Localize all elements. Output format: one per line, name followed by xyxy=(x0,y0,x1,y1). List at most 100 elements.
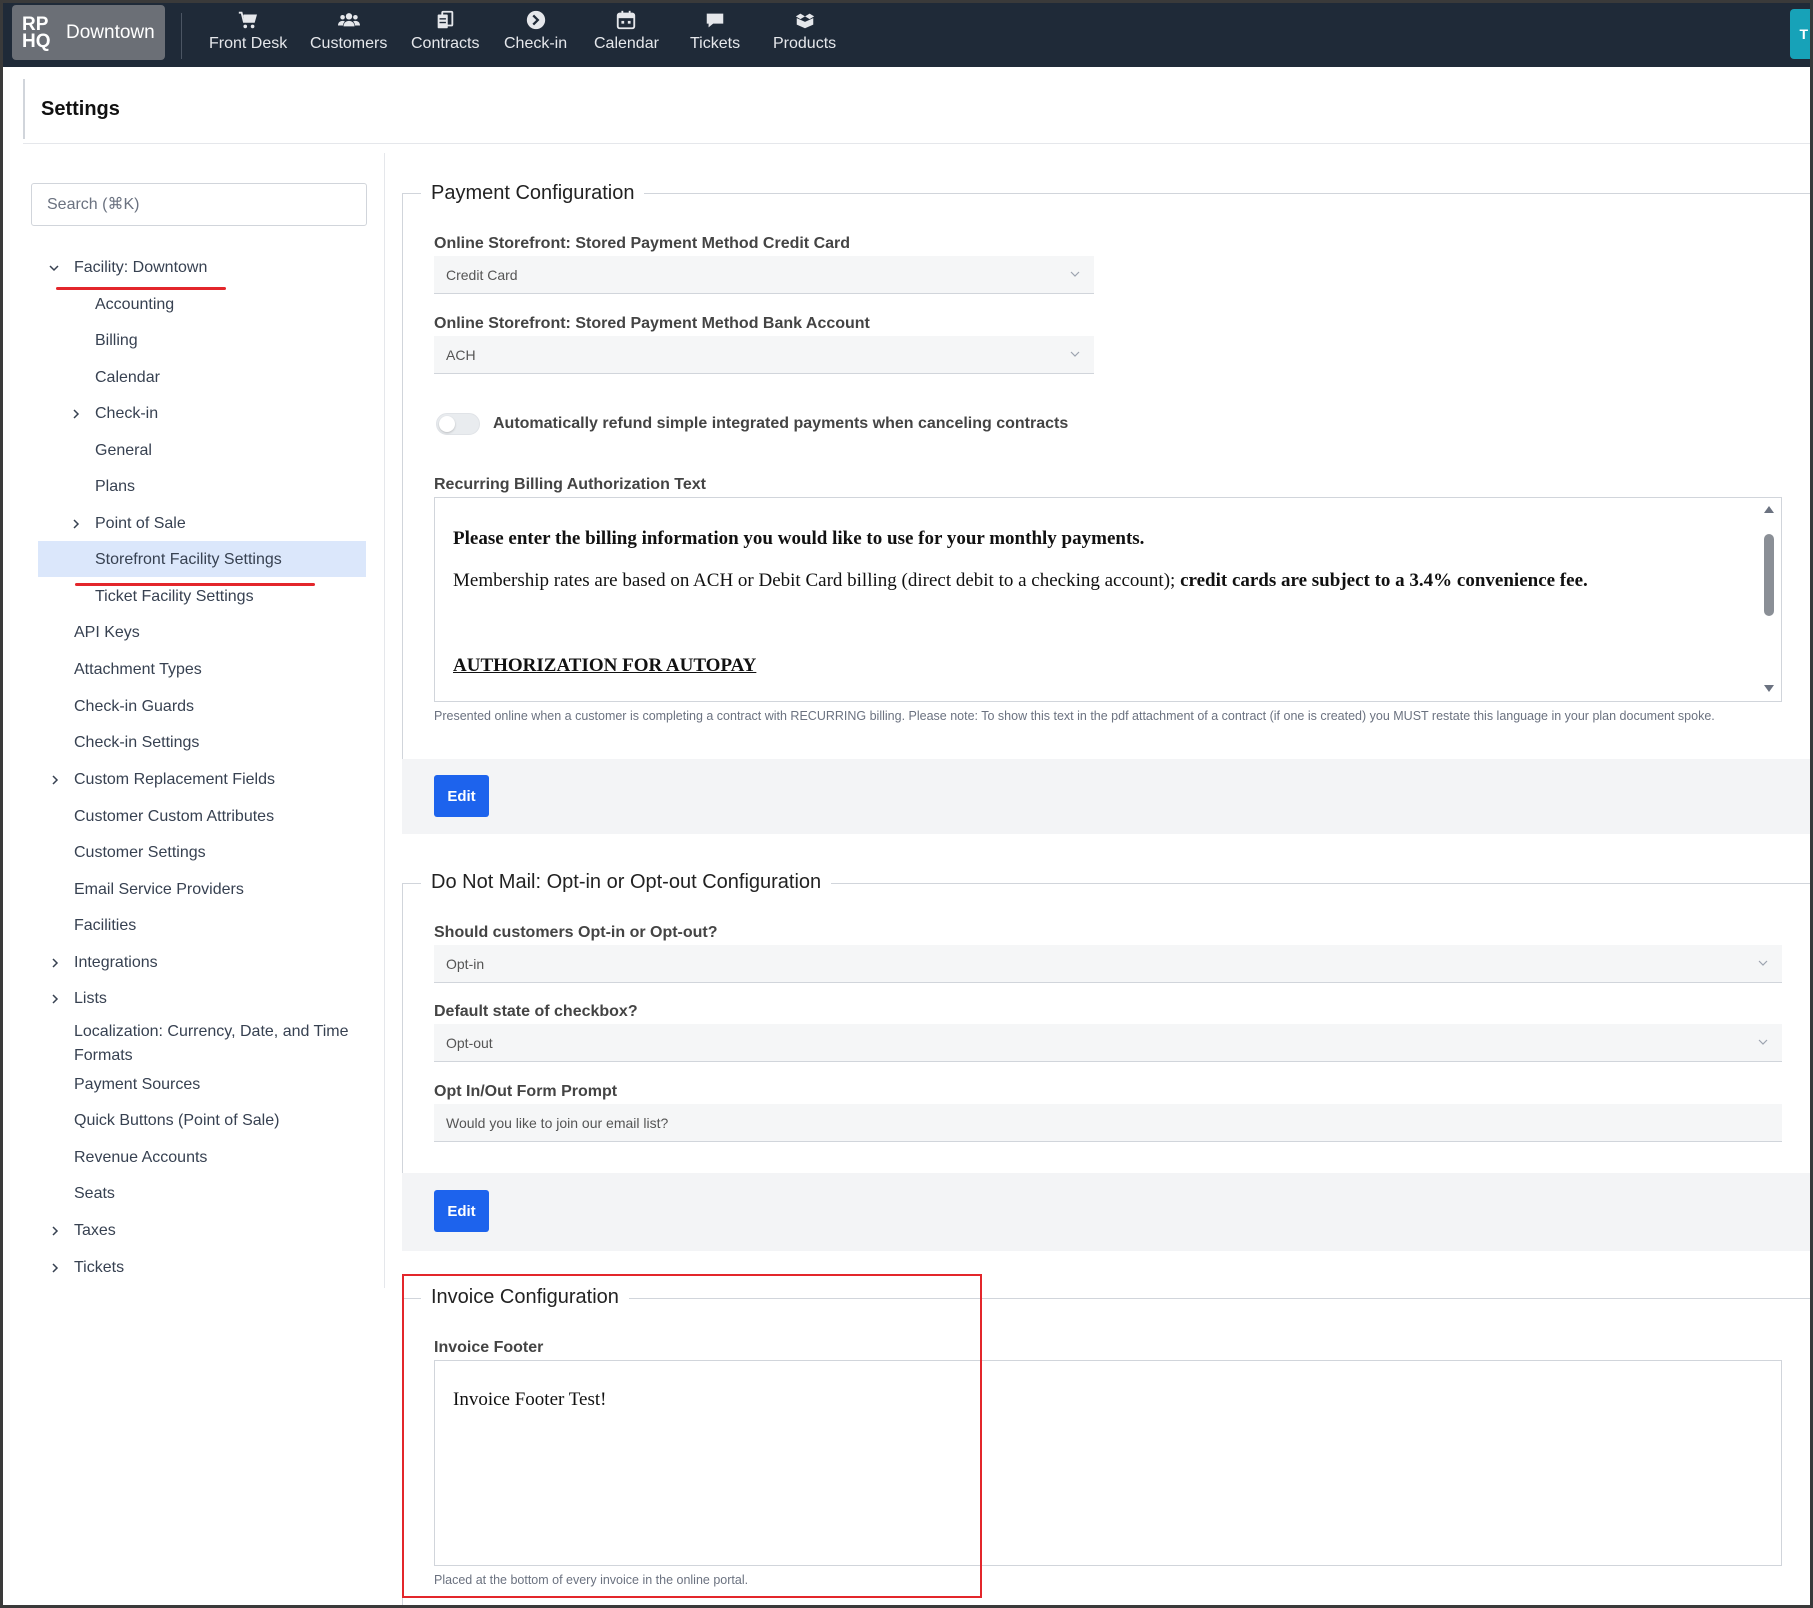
sidebar-item-attachment-types[interactable]: Attachment Types xyxy=(74,660,202,680)
chevron-right-icon[interactable] xyxy=(50,775,60,785)
comment-icon xyxy=(706,13,724,28)
sidebar-item-billing[interactable]: Billing xyxy=(95,331,138,351)
app-window: RP HQ Downtown Front Desk Customers Cont… xyxy=(3,3,1810,1605)
form-prompt-input[interactable]: Would you like to join our email list? xyxy=(434,1104,1782,1142)
annotation-underline xyxy=(56,287,226,290)
recurring-text-line2: Membership rates are based on ACH or Deb… xyxy=(453,570,1588,592)
recurring-billing-editor[interactable]: Please enter the billing information you… xyxy=(434,497,1782,702)
sidebar-item-check-in-guards[interactable]: Check-in Guards xyxy=(74,697,194,717)
sidebar-item-point-of-sale[interactable]: Point of Sale xyxy=(95,514,186,534)
chevron-right-icon[interactable] xyxy=(50,994,60,1004)
sidebar-item-custom-replacement-fields[interactable]: Custom Replacement Fields xyxy=(74,770,275,790)
sidebar-item-payment-sources[interactable]: Payment Sources xyxy=(74,1075,200,1095)
nav-front-desk[interactable]: Front Desk xyxy=(209,9,287,61)
optin-select[interactable]: Opt-in xyxy=(434,945,1782,983)
payment-edit-button[interactable]: Edit xyxy=(434,775,489,817)
do-not-mail-footer-bar: Edit xyxy=(402,1173,1810,1251)
sidebar-item-tickets[interactable]: Tickets xyxy=(74,1258,124,1278)
bank-account-method-label: Online Storefront: Stored Payment Method… xyxy=(434,315,870,332)
sidebar-item-customer-settings[interactable]: Customer Settings xyxy=(74,843,206,863)
nav-label: Calendar xyxy=(594,35,659,52)
users-icon xyxy=(337,13,360,27)
chevron-down-icon xyxy=(1070,351,1080,357)
select-value: Credit Card xyxy=(446,266,518,283)
nav-products[interactable]: Products xyxy=(773,9,836,61)
nav-label: Customers xyxy=(310,35,388,52)
page-header: Settings xyxy=(23,79,120,139)
bank-account-method-select[interactable]: ACH xyxy=(434,336,1094,374)
editor-scrollbar[interactable] xyxy=(1759,504,1779,694)
do-not-mail-edit-button[interactable]: Edit xyxy=(434,1190,489,1232)
chevron-right-icon[interactable] xyxy=(50,1263,60,1273)
select-value: Opt-in xyxy=(446,955,485,972)
form-prompt-label: Opt In/Out Form Prompt xyxy=(434,1083,618,1100)
sidebar-item-check-in-settings[interactable]: Check-in Settings xyxy=(74,733,199,753)
nav-customers[interactable]: Customers xyxy=(310,9,387,61)
sidebar-item-integrations[interactable]: Integrations xyxy=(74,953,158,973)
sidebar-item-email-service-providers[interactable]: Email Service Providers xyxy=(74,880,244,900)
recurring-billing-label: Recurring Billing Authorization Text xyxy=(434,476,706,493)
auto-refund-toggle[interactable] xyxy=(436,413,480,435)
cart-icon xyxy=(238,11,258,29)
user-menu-tab[interactable]: T xyxy=(1790,9,1810,59)
sidebar-item-ticket-facility-settings[interactable]: Ticket Facility Settings xyxy=(95,587,254,607)
boxes-icon xyxy=(795,13,814,29)
input-value: Would you like to join our email list? xyxy=(446,1114,669,1131)
calendar-icon xyxy=(617,10,636,30)
contracts-icon xyxy=(437,10,454,29)
sidebar-item-general[interactable]: General xyxy=(95,441,152,461)
nav-contracts[interactable]: Contracts xyxy=(411,9,479,61)
chevron-right-icon[interactable] xyxy=(71,409,81,419)
select-value: Opt-out xyxy=(446,1034,493,1051)
chevron-right-icon[interactable] xyxy=(50,958,60,968)
auto-refund-label: Automatically refund simple integrated p… xyxy=(493,415,1069,432)
recurring-billing-help: Presented online when a customer is comp… xyxy=(434,709,1715,723)
facility-switcher[interactable]: RP HQ Downtown xyxy=(12,5,165,60)
payment-footer-bar: Edit xyxy=(402,759,1810,834)
sidebar-item-facilities[interactable]: Facilities xyxy=(74,916,136,936)
sidebar-item-quick-buttons[interactable]: Quick Buttons (Point of Sale) xyxy=(74,1111,279,1131)
sidebar-item-revenue-accounts[interactable]: Revenue Accounts xyxy=(74,1148,207,1168)
sidebar-item-customer-custom-attributes[interactable]: Customer Custom Attributes xyxy=(74,807,274,827)
nav-calendar[interactable]: Calendar xyxy=(594,9,659,61)
arrow-circle-right-icon xyxy=(526,10,545,30)
scroll-up-icon[interactable] xyxy=(1763,504,1775,514)
nav-tickets[interactable]: Tickets xyxy=(690,9,740,61)
sidebar-item-taxes[interactable]: Taxes xyxy=(74,1221,116,1241)
sidebar-item-api-keys[interactable]: API Keys xyxy=(74,623,140,643)
scrollbar-thumb[interactable] xyxy=(1764,534,1774,616)
chevron-right-icon[interactable] xyxy=(71,519,81,529)
nav-label: Check-in xyxy=(504,35,568,52)
sidebar-item-accounting[interactable]: Accounting xyxy=(95,295,174,315)
sidebar-item-storefront-facility-settings[interactable]: Storefront Facility Settings xyxy=(95,550,282,570)
nav-label: Front Desk xyxy=(209,35,288,52)
settings-search-input[interactable] xyxy=(31,183,367,226)
chevron-down-icon xyxy=(1758,960,1768,966)
page-title: Settings xyxy=(41,97,120,120)
nav-label: Tickets xyxy=(690,35,741,52)
sidebar-item-localization[interactable]: Localization: Currency, Date, and Time F… xyxy=(74,1020,364,1068)
chevron-down-icon[interactable] xyxy=(49,263,59,273)
default-state-select[interactable]: Opt-out xyxy=(434,1024,1782,1062)
sidebar-item-plans[interactable]: Plans xyxy=(95,477,135,497)
credit-card-method-select[interactable]: Credit Card xyxy=(434,256,1094,294)
recurring-text-heading: AUTHORIZATION FOR AUTOPAY xyxy=(453,655,757,676)
chevron-down-icon xyxy=(1758,1039,1768,1045)
top-navbar: RP HQ Downtown Front Desk Customers Cont… xyxy=(3,3,1810,67)
nav-check-in[interactable]: Check-in xyxy=(504,9,567,61)
annotation-underline xyxy=(75,583,315,586)
chevron-right-icon[interactable] xyxy=(50,1226,60,1236)
scroll-down-icon[interactable] xyxy=(1763,684,1775,694)
sidebar-item-calendar[interactable]: Calendar xyxy=(95,368,160,388)
nav-divider xyxy=(181,13,182,59)
select-value: ACH xyxy=(446,346,476,363)
sidebar-item-check-in[interactable]: Check-in xyxy=(95,404,158,424)
recurring-text-bold: credit cards are subject to a 3.4% conve… xyxy=(1180,570,1588,591)
payment-configuration-legend: Payment Configuration xyxy=(421,182,645,205)
sidebar-item-facility-downtown[interactable]: Facility: Downtown xyxy=(74,258,207,278)
sidebar-item-seats[interactable]: Seats xyxy=(74,1184,115,1204)
nav-label: Contracts xyxy=(411,35,480,52)
brand-logo: RP HQ xyxy=(22,13,51,52)
sidebar-item-lists[interactable]: Lists xyxy=(74,989,107,1009)
chevron-down-icon xyxy=(1070,271,1080,277)
